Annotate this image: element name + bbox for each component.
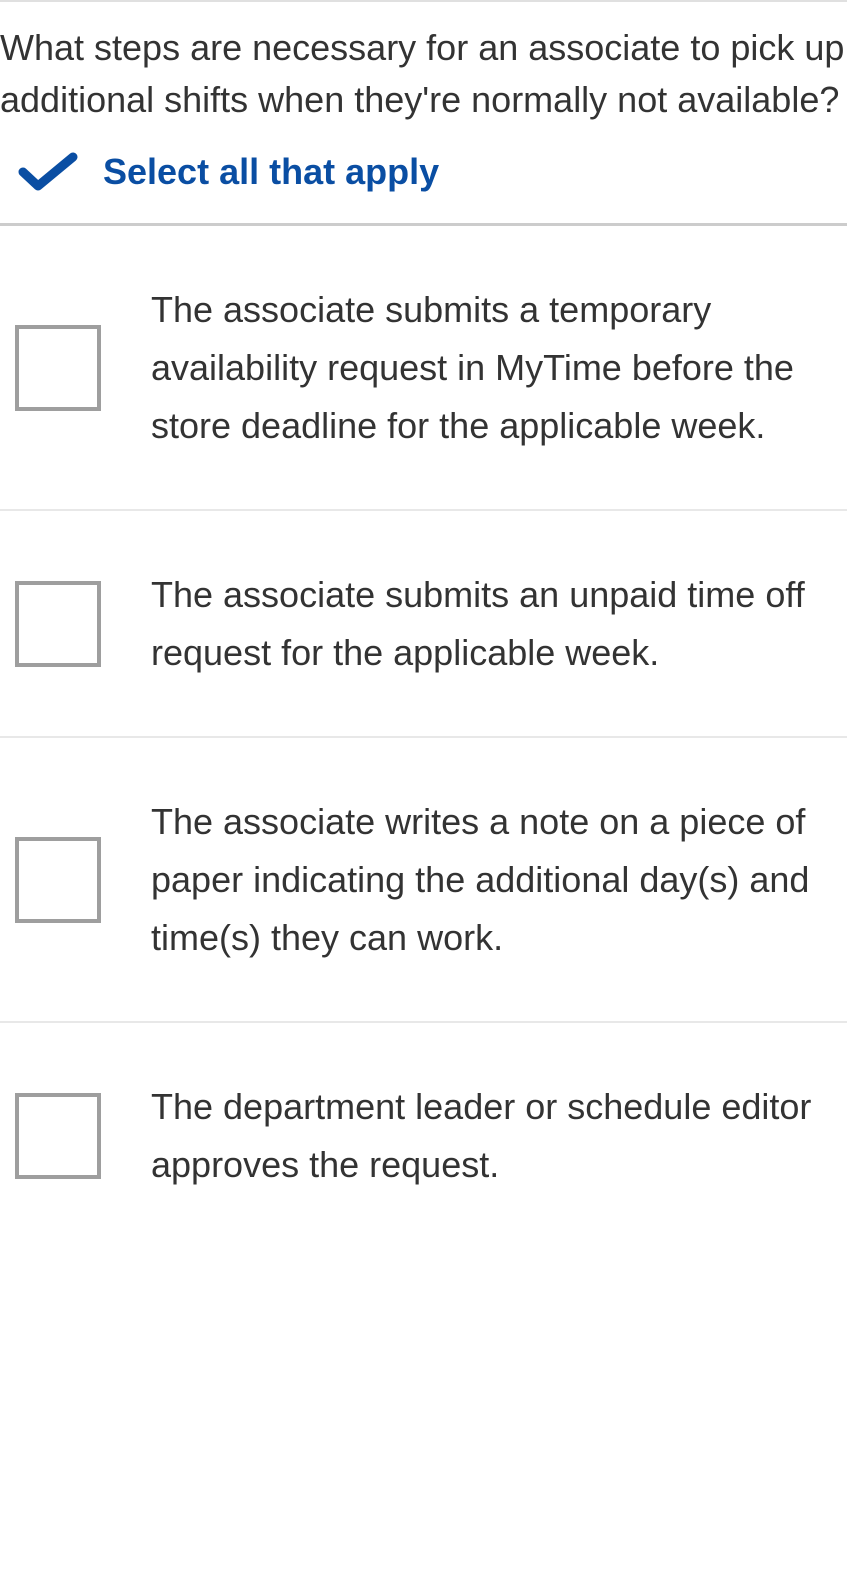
top-divider [0,0,847,2]
option-label: The associate submits a temporary availa… [151,281,817,454]
option-row[interactable]: The associate submits a temporary availa… [0,226,847,511]
option-row[interactable]: The department leader or schedule editor… [0,1023,847,1213]
option-row[interactable]: The associate submits an unpaid time off… [0,511,847,738]
instruction-text: Select all that apply [103,151,439,193]
option-row[interactable]: The associate writes a note on a piece o… [0,738,847,1023]
option-label: The associate submits an unpaid time off… [151,566,817,681]
checkbox[interactable] [15,837,101,923]
checkbox[interactable] [15,1093,101,1179]
instruction-row: Select all that apply [0,151,847,193]
question-text: What steps are necessary for an associat… [0,22,847,126]
checkbox[interactable] [15,581,101,667]
question-block: What steps are necessary for an associat… [0,22,847,223]
option-label: The department leader or schedule editor… [151,1078,817,1193]
checkmark-icon [18,152,78,192]
checkbox[interactable] [15,325,101,411]
option-label: The associate writes a note on a piece o… [151,793,817,966]
